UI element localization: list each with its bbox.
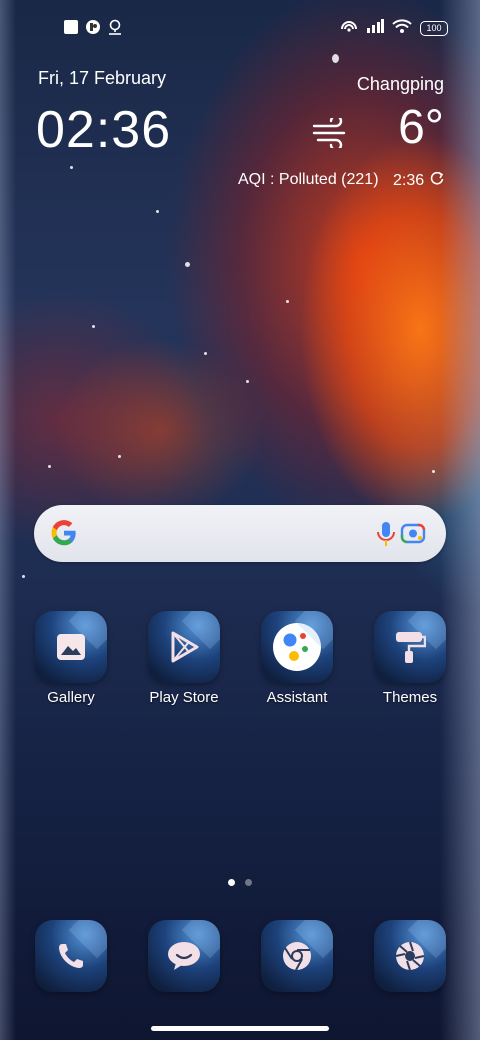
camera-aperture-icon[interactable] — [374, 920, 446, 992]
page-indicator — [228, 879, 252, 886]
play-store-icon[interactable] — [148, 611, 220, 683]
paint-roller-icon[interactable] — [374, 611, 446, 683]
chrome-icon[interactable] — [261, 920, 333, 992]
app-label: Play Store — [149, 689, 219, 706]
app-notification-icon — [86, 20, 100, 39]
status-bar: 100 — [0, 14, 480, 42]
lens-camera-icon[interactable] — [400, 521, 426, 550]
wifi-icon — [392, 19, 412, 38]
screen-edge-right — [440, 0, 480, 1040]
dock-chrome[interactable] — [252, 920, 342, 992]
dock-camera[interactable] — [365, 920, 455, 992]
app-label: Gallery — [47, 689, 95, 706]
weather-city[interactable]: Changping — [357, 74, 444, 95]
phone-icon[interactable] — [35, 920, 107, 992]
location-pin-icon — [108, 19, 122, 40]
screen-edge-left — [0, 0, 16, 1040]
assistant-icon[interactable] — [261, 611, 333, 683]
signal-icon — [366, 19, 384, 38]
home-gesture-bar[interactable] — [151, 1026, 329, 1031]
app-label: Assistant — [266, 689, 328, 706]
app-label: Themes — [382, 689, 438, 706]
wind-icon — [312, 114, 352, 153]
google-g-icon[interactable] — [50, 519, 78, 552]
page-dot — [245, 879, 252, 886]
microphone-icon[interactable] — [376, 520, 396, 553]
aqi-label: AQI : Polluted (221) — [238, 171, 379, 188]
square-icon — [64, 20, 78, 39]
messages-icon[interactable] — [148, 920, 220, 992]
weather-updated-time: 2:36 — [393, 171, 425, 189]
app-themes[interactable]: Themes — [365, 611, 455, 706]
google-search-bar[interactable] — [34, 505, 446, 562]
gallery-icon[interactable] — [35, 611, 107, 683]
weather-updated[interactable]: 2:36 — [393, 171, 444, 190]
hotspot-icon — [340, 19, 358, 38]
app-play-store[interactable]: Play Store — [139, 611, 229, 706]
dock-messages[interactable] — [139, 920, 229, 992]
dock-phone[interactable] — [26, 920, 116, 992]
app-assistant[interactable]: Assistant — [252, 611, 342, 706]
clock-time[interactable]: 02:36 — [36, 100, 171, 160]
date-label[interactable]: Fri, 17 February — [38, 68, 166, 89]
app-gallery[interactable]: Gallery — [26, 611, 116, 706]
weather-temperature[interactable]: 6° — [398, 100, 444, 155]
battery-icon: 100 — [420, 21, 448, 36]
refresh-icon[interactable] — [430, 171, 444, 190]
page-dot-active — [228, 879, 235, 886]
